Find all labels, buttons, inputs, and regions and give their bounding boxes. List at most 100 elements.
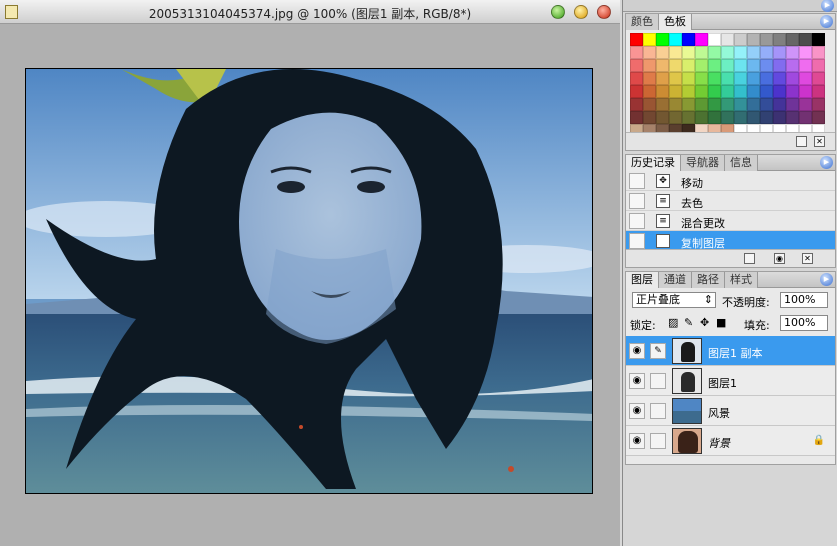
color-swatch[interactable]: [799, 85, 812, 98]
color-swatch[interactable]: [708, 85, 721, 98]
color-swatch[interactable]: [734, 33, 747, 46]
color-swatch[interactable]: [656, 59, 669, 72]
color-swatch[interactable]: [682, 46, 695, 59]
tab-color[interactable]: 颜色: [626, 14, 659, 30]
color-swatch[interactable]: [721, 98, 734, 111]
color-swatch[interactable]: [669, 59, 682, 72]
color-swatch[interactable]: [812, 46, 825, 59]
color-swatch[interactable]: [656, 98, 669, 111]
color-swatch[interactable]: [734, 98, 747, 111]
color-swatch[interactable]: [747, 72, 760, 85]
snapshot-icon[interactable]: ◉: [774, 253, 785, 264]
canvas-area[interactable]: [0, 24, 620, 546]
tab-styles[interactable]: 样式: [725, 272, 758, 288]
color-swatch[interactable]: [695, 33, 708, 46]
color-swatch[interactable]: [773, 46, 786, 59]
color-swatch[interactable]: [682, 85, 695, 98]
color-swatch[interactable]: [760, 72, 773, 85]
layers-menu-icon[interactable]: ▶: [820, 273, 833, 286]
color-swatch[interactable]: [721, 72, 734, 85]
layer-row[interactable]: ◉ 图层1: [626, 366, 835, 396]
color-swatch[interactable]: [760, 59, 773, 72]
color-swatch[interactable]: [747, 33, 760, 46]
color-swatch[interactable]: [786, 98, 799, 111]
brush-icon[interactable]: ✎: [650, 343, 666, 359]
color-swatch[interactable]: [708, 111, 721, 124]
history-source-checkbox[interactable]: [629, 233, 645, 249]
color-swatch[interactable]: [773, 33, 786, 46]
color-swatch[interactable]: [695, 85, 708, 98]
dock-menu-icon[interactable]: ▶: [821, 0, 834, 12]
layer-name[interactable]: 图层1: [708, 375, 737, 391]
dock-handle[interactable]: ▶: [623, 0, 837, 12]
history-item[interactable]: ≡ 混合更改: [626, 211, 835, 231]
color-swatch[interactable]: [786, 72, 799, 85]
color-swatch[interactable]: [695, 46, 708, 59]
layer-name[interactable]: 风景: [708, 405, 730, 421]
opacity-input[interactable]: 100%: [780, 292, 828, 308]
color-swatch[interactable]: [643, 111, 656, 124]
color-swatch[interactable]: [812, 85, 825, 98]
layer-link-slot[interactable]: [650, 403, 666, 419]
color-swatch[interactable]: [799, 111, 812, 124]
color-swatch[interactable]: [747, 111, 760, 124]
color-swatch[interactable]: [695, 98, 708, 111]
color-swatch[interactable]: [760, 46, 773, 59]
color-swatch[interactable]: [812, 33, 825, 46]
tab-navigator[interactable]: 导航器: [681, 155, 725, 171]
color-swatch[interactable]: [695, 72, 708, 85]
color-swatch[interactable]: [760, 33, 773, 46]
color-swatch[interactable]: [812, 72, 825, 85]
layer-row-selected[interactable]: ◉ ✎ 图层1 副本: [626, 336, 835, 366]
color-swatch[interactable]: [786, 33, 799, 46]
color-swatch[interactable]: [656, 72, 669, 85]
color-swatch[interactable]: [708, 72, 721, 85]
document-title-bar[interactable]: 2005313104045374.jpg @ 100% (图层1 副本, RGB…: [0, 0, 620, 24]
history-item-selected[interactable]: ≡ 复制图层: [626, 231, 835, 251]
layer-row[interactable]: ◉ 风景: [626, 396, 835, 426]
tab-paths[interactable]: 路径: [692, 272, 725, 288]
trash-icon[interactable]: ✕: [814, 136, 825, 147]
color-swatch[interactable]: [669, 111, 682, 124]
tab-swatches[interactable]: 色板: [659, 14, 692, 30]
color-swatch[interactable]: [630, 33, 643, 46]
lock-move-icon[interactable]: ✥: [700, 316, 709, 329]
color-swatch[interactable]: [747, 98, 760, 111]
tab-info[interactable]: 信息: [725, 155, 758, 171]
color-swatch[interactable]: [786, 111, 799, 124]
color-swatch[interactable]: [695, 59, 708, 72]
color-swatch[interactable]: [721, 33, 734, 46]
fill-input[interactable]: 100%: [780, 315, 828, 331]
tab-history[interactable]: 历史记录: [626, 155, 681, 171]
color-swatch[interactable]: [656, 85, 669, 98]
color-swatch[interactable]: [708, 46, 721, 59]
color-swatch[interactable]: [747, 46, 760, 59]
color-swatch[interactable]: [812, 59, 825, 72]
color-swatch[interactable]: [773, 85, 786, 98]
color-swatch[interactable]: [786, 59, 799, 72]
color-swatch[interactable]: [773, 111, 786, 124]
color-swatch[interactable]: [682, 59, 695, 72]
color-swatch[interactable]: [669, 85, 682, 98]
layer-link-slot[interactable]: [650, 373, 666, 389]
blend-mode-select[interactable]: 正片叠底 ⇕: [632, 292, 716, 308]
color-swatch[interactable]: [630, 72, 643, 85]
new-swatch-icon[interactable]: [796, 136, 807, 147]
color-swatch[interactable]: [630, 85, 643, 98]
history-item[interactable]: ✥ 移动: [626, 171, 835, 191]
color-swatch[interactable]: [786, 85, 799, 98]
color-swatch[interactable]: [773, 59, 786, 72]
color-swatch[interactable]: [630, 98, 643, 111]
color-swatch[interactable]: [630, 111, 643, 124]
layer-name[interactable]: 图层1 副本: [708, 345, 763, 361]
color-swatch[interactable]: [630, 59, 643, 72]
close-button[interactable]: [597, 5, 611, 19]
color-swatch[interactable]: [786, 46, 799, 59]
color-swatch[interactable]: [812, 98, 825, 111]
layer-link-slot[interactable]: [650, 433, 666, 449]
color-swatch[interactable]: [695, 111, 708, 124]
color-swatch[interactable]: [656, 33, 669, 46]
swatch-grid[interactable]: [626, 30, 835, 140]
color-swatch[interactable]: [721, 111, 734, 124]
history-menu-icon[interactable]: ▶: [820, 156, 833, 169]
